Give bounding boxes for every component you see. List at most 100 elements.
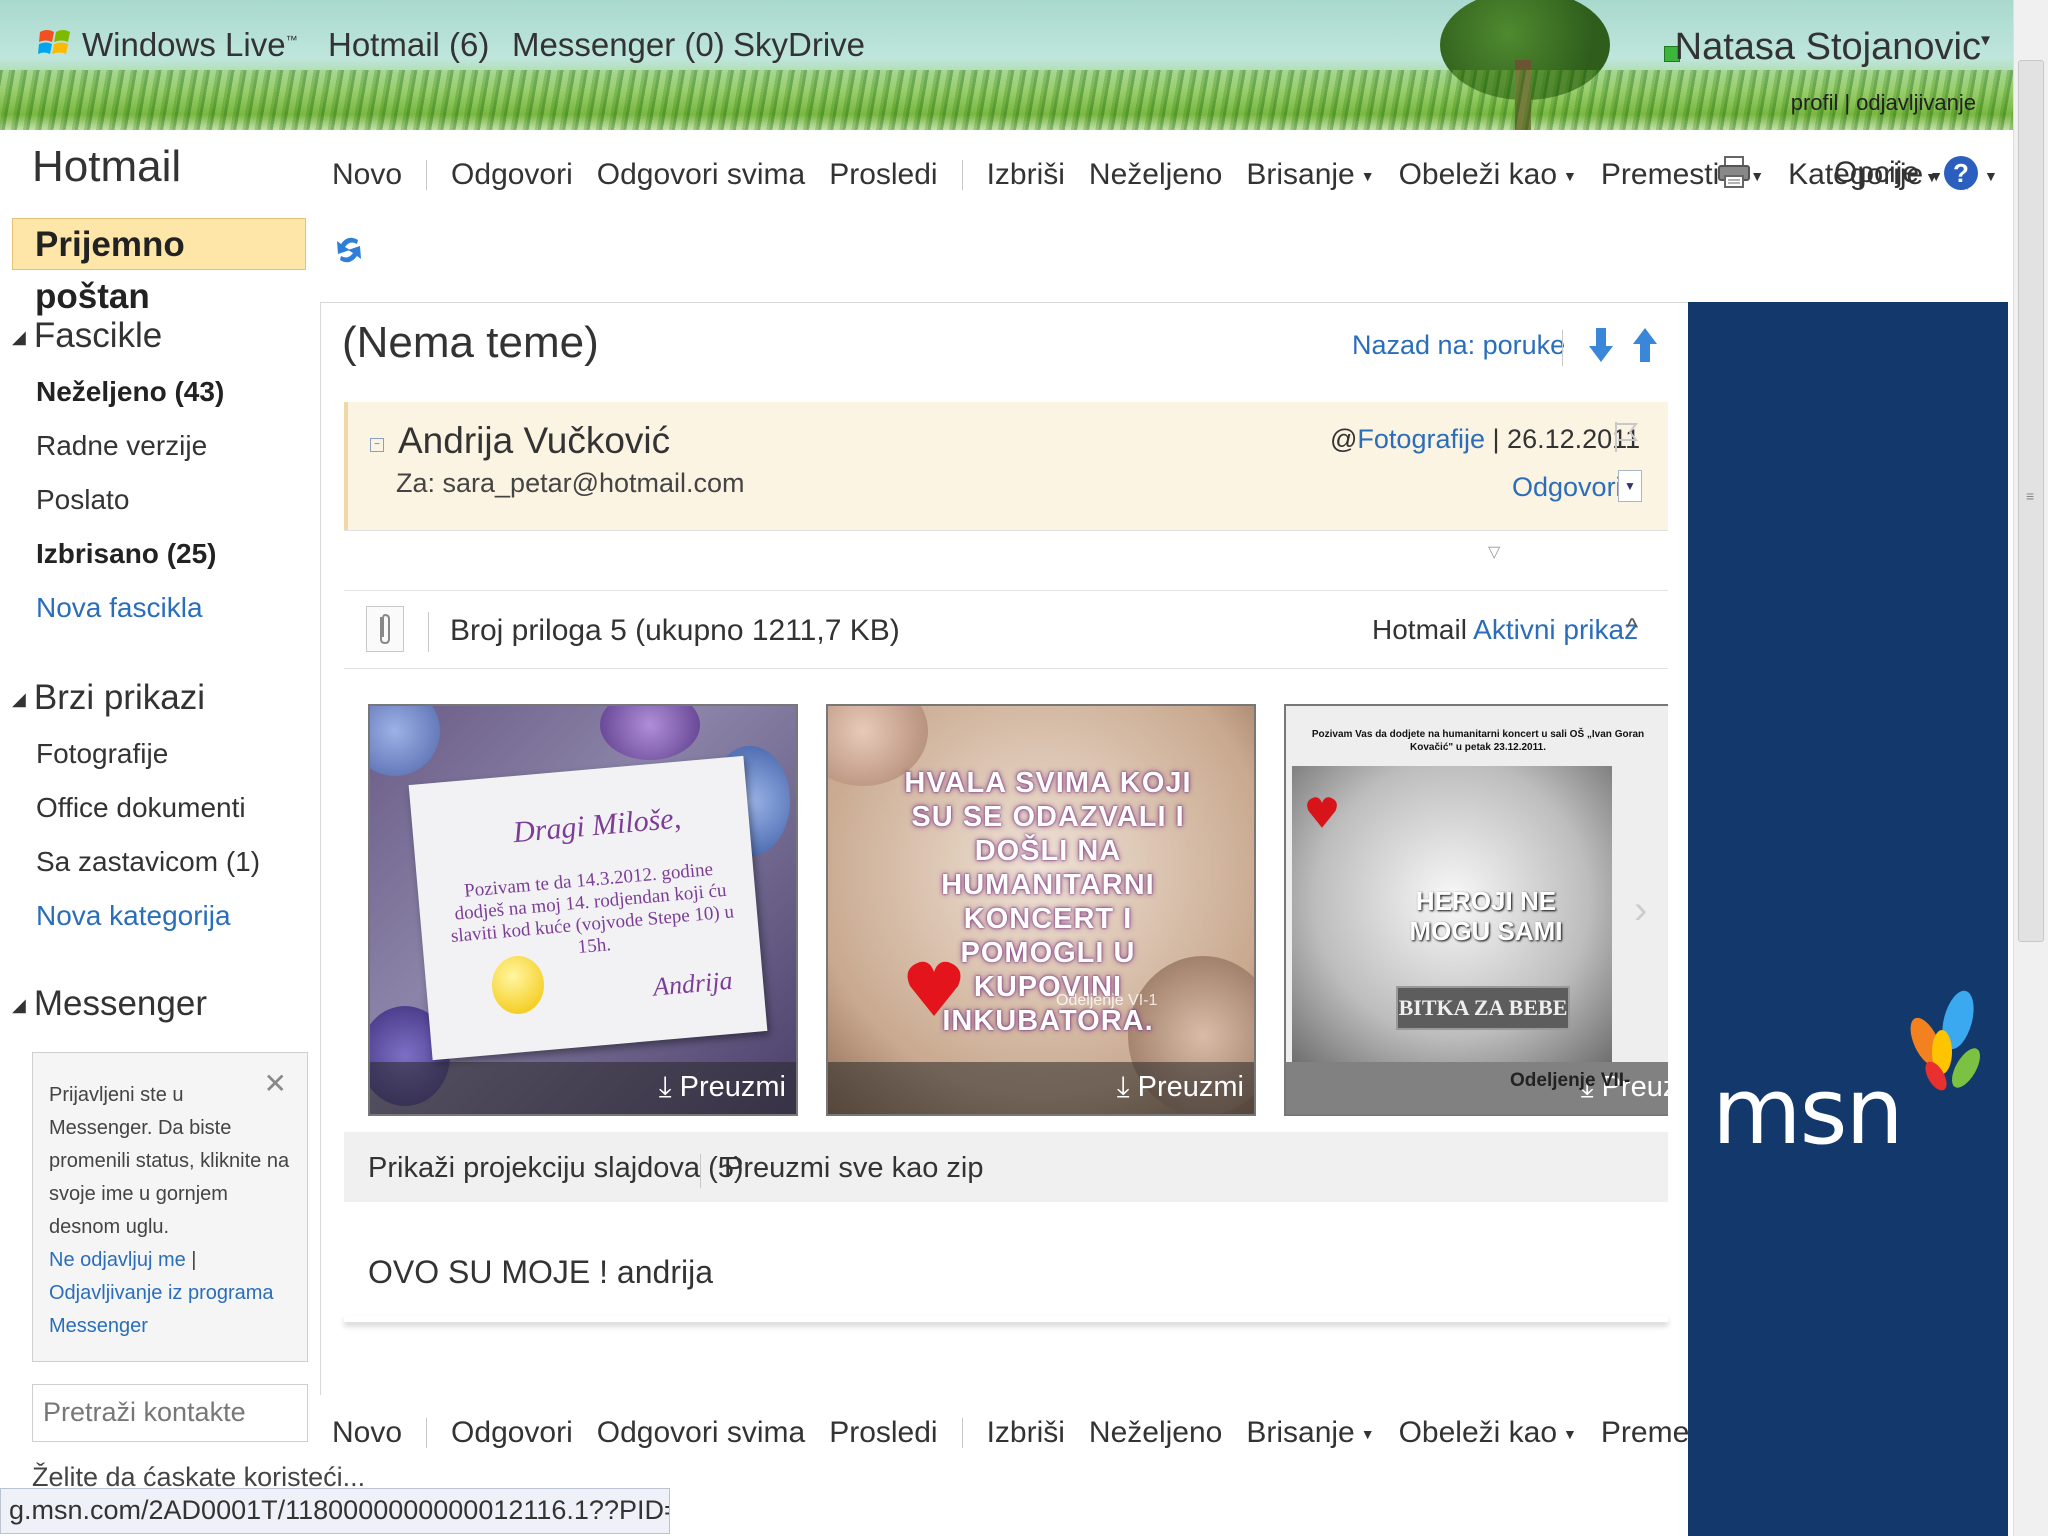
messenger-header[interactable]: ◢ Messenger <box>12 984 207 1024</box>
print-icon[interactable] <box>1716 154 1752 190</box>
quick-view-flagged[interactable]: Sa zastavicom (1) <box>36 846 260 878</box>
toolbar-separator <box>426 1418 428 1448</box>
invitation-card: Dragi Miloše, Pozivam te da 14.3.2012. g… <box>408 755 768 1061</box>
options-menu[interactable]: Opcije ▼ <box>1834 156 1939 190</box>
user-links: profil | odjavljivanje <box>1791 90 1976 116</box>
slideshow-link[interactable]: Prikaži projekciju slajdova (5) <box>368 1152 744 1185</box>
reply-all-button[interactable]: Odgovori svima <box>585 158 817 192</box>
attachment-thumbnail[interactable]: HVALA SVIMA KOJI SU SE ODAZVALI I DOŠLI … <box>826 704 1256 1116</box>
msn-logo-text[interactable]: msn <box>1712 1058 1904 1165</box>
reply-button[interactable]: Odgovori <box>439 158 585 192</box>
mark-as-menu[interactable]: Obeleži kao ▼ <box>1387 158 1589 192</box>
messenger-info-line: Messenger. Da biste <box>49 1117 232 1139</box>
chevron-down-icon: ▼ <box>1750 168 1765 185</box>
quick-views-header-label: Brzi prikazi <box>33 678 205 717</box>
folder-junk[interactable]: Neželjeno (43) <box>36 376 224 408</box>
download-link[interactable]: ⤓ Preuzmi <box>659 1071 786 1104</box>
nav-messenger[interactable]: Messenger (0) <box>512 26 725 64</box>
expand-details-icon[interactable]: ▽ <box>1488 542 1500 562</box>
nav-skydrive[interactable]: SkyDrive <box>733 26 865 64</box>
chevron-down-icon: ▼ <box>1360 168 1375 185</box>
quick-view-office-docs[interactable]: Office dokumenti <box>36 792 246 824</box>
browser-status-bar: g.msn.com/2AD0001T/1180000000000012116.1… <box>0 1488 670 1534</box>
previous-message-arrow-icon[interactable] <box>1632 326 1658 364</box>
folder-drafts[interactable]: Radne verzije <box>36 430 207 462</box>
stay-signed-in-link[interactable]: Ne odjavljuj me <box>49 1249 186 1271</box>
quick-view-photos[interactable]: Fotografije <box>36 738 168 770</box>
junk-button[interactable]: Neželjeno <box>1077 158 1234 192</box>
page-scrollbar[interactable]: ≡ <box>2013 0 2048 1536</box>
folders-header-label: Fascikle <box>33 316 163 355</box>
flower-decoration <box>370 706 440 776</box>
inbox-button[interactable]: Prijemno poštan <box>12 218 306 316</box>
active-view-link[interactable]: Aktivni prikaz <box>1473 614 1638 645</box>
banner-grass <box>0 70 2048 130</box>
sweep-menu[interactable]: Brisanje ▼ <box>1234 1416 1386 1450</box>
hotmail-label: Hotmail <box>1372 614 1467 645</box>
mark-as-label: Obeleži kao <box>1398 158 1558 191</box>
mark-as-menu[interactable]: Obeleži kao ▼ <box>1387 1416 1589 1450</box>
new-category-link[interactable]: Nova kategorija <box>36 900 231 932</box>
scrollbar-grip-icon: ≡ <box>2026 488 2035 504</box>
collapse-attachments-icon[interactable]: ^ <box>1626 612 1638 643</box>
poster-headline: HEROJI NE MOGU SAMI <box>1409 886 1563 946</box>
next-message-arrow-icon[interactable] <box>1588 326 1614 364</box>
delete-button[interactable]: Izbriši <box>975 1416 1077 1450</box>
forward-button[interactable]: Prosledi <box>817 1416 949 1450</box>
msn-butterfly-icon[interactable] <box>1896 990 1986 1100</box>
forward-button[interactable]: Prosledi <box>817 158 949 192</box>
folder-sent[interactable]: Poslato <box>36 484 129 516</box>
help-icon[interactable]: ? <box>1944 156 1978 190</box>
download-zip-link[interactable]: Preuzmi sve kao zip <box>724 1152 984 1185</box>
windows-flag-icon[interactable] <box>38 26 72 60</box>
close-icon[interactable]: ✕ <box>264 1067 287 1100</box>
folder-deleted[interactable]: Izbrisano (25) <box>36 538 216 570</box>
poster-plate: BITKA ZA BEBE <box>1396 986 1570 1030</box>
message-subject: (Nema teme) <box>342 318 599 367</box>
refresh-icon[interactable] <box>334 230 364 270</box>
mark-as-label: Obeleži kao <box>1398 1416 1558 1449</box>
messenger-header-label: Messenger <box>33 984 207 1023</box>
sender-name[interactable]: Andrija Vučković <box>398 420 670 462</box>
new-button[interactable]: Novo <box>320 158 414 192</box>
reply-button[interactable]: Odgovori <box>439 1416 585 1450</box>
options-label: Opcije <box>1834 156 1920 189</box>
delete-button[interactable]: Izbriši <box>975 158 1077 192</box>
windows-live-logo[interactable]: Windows Live™ <box>82 26 298 64</box>
search-contacts-input[interactable]: Pretraži kontakte <box>32 1384 308 1442</box>
reply-dropdown-icon[interactable]: ▼ <box>1618 470 1642 502</box>
messenger-signout-link-cont[interactable]: Messenger <box>49 1310 293 1343</box>
flag-icon[interactable] <box>1612 420 1640 454</box>
quick-views-header[interactable]: ◢ Brzi prikazi <box>12 678 205 718</box>
folders-header[interactable]: ◢ Fascikle <box>12 316 162 356</box>
toolbar-separator <box>961 1418 963 1448</box>
attachment-thumbnail[interactable]: Dragi Miloše, Pozivam te da 14.3.2012. g… <box>368 704 798 1116</box>
download-link[interactable]: ⤓ Preuzmi <box>1117 1071 1244 1104</box>
sweep-menu[interactable]: Brisanje ▼ <box>1234 158 1386 192</box>
next-thumbnail-arrow-icon[interactable]: › <box>1634 888 1647 933</box>
message-meta: @Fotografije | 26.12.2011 <box>1330 424 1640 455</box>
download-label: Preuzmi <box>679 1071 786 1103</box>
back-to-messages-link[interactable]: Nazad na: poruke <box>1352 330 1565 361</box>
user-name-menu[interactable]: Natasa Stojanovic▾ <box>1675 26 1990 69</box>
divider <box>344 590 1668 591</box>
messenger-signout-link[interactable]: Odjavljivanje iz programa <box>49 1277 293 1310</box>
download-label: Preuzmi <box>1137 1071 1244 1103</box>
new-folder-link[interactable]: Nova fascikla <box>36 592 203 624</box>
profile-link[interactable]: profil <box>1791 90 1839 115</box>
junk-button[interactable]: Neželjeno <box>1077 1416 1234 1450</box>
msn-advertisement[interactable] <box>1688 302 2008 1536</box>
signout-link[interactable]: odjavljivanje <box>1856 90 1976 115</box>
toolbar-separator <box>961 160 963 190</box>
attachment-thumbnail[interactable]: Pozivam Vas da dodjete na humanitarni ko… <box>1284 704 1668 1116</box>
collapse-header-icon[interactable]: − <box>370 438 384 452</box>
new-button[interactable]: Novo <box>320 1416 414 1450</box>
app-title: Hotmail <box>32 142 182 191</box>
invitation-signature: Andrija <box>651 965 734 1002</box>
reply-all-button[interactable]: Odgovori svima <box>585 1416 817 1450</box>
category-link[interactable]: Fotografije <box>1357 424 1485 454</box>
message-body: OVO SU MOJE ! andrija <box>368 1254 713 1290</box>
reply-link[interactable]: Odgovori <box>1512 472 1622 503</box>
chevron-down-icon[interactable]: ▼ <box>1984 168 1998 184</box>
nav-hotmail[interactable]: Hotmail (6) <box>328 26 489 64</box>
